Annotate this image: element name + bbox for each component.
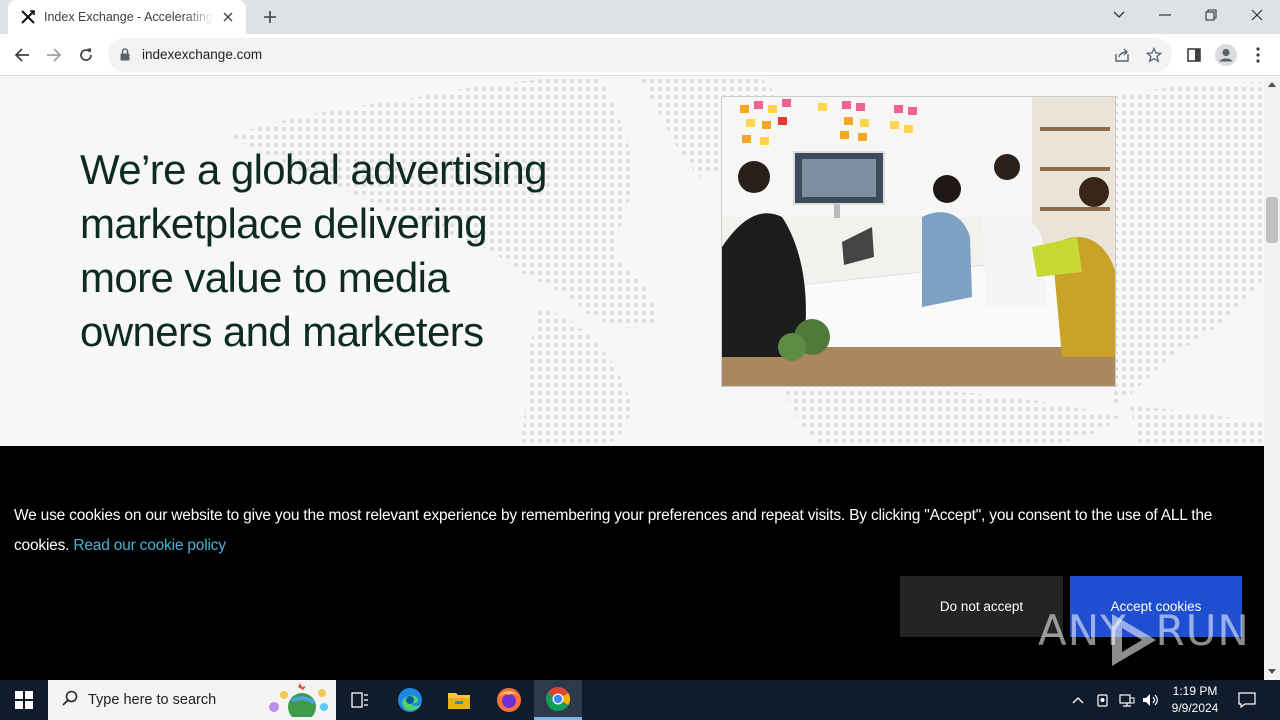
meet-now-icon[interactable] (1092, 680, 1114, 720)
index-exchange-favicon (20, 9, 36, 25)
scrollbar-thumb[interactable] (1266, 197, 1278, 243)
forward-icon[interactable] (40, 41, 68, 69)
side-panel-icon[interactable] (1180, 41, 1208, 69)
notification-icon[interactable] (1234, 680, 1260, 720)
file-explorer-icon[interactable] (435, 680, 483, 720)
url-text[interactable]: indexexchange.com (142, 47, 262, 62)
chevron-down-icon[interactable] (1096, 0, 1142, 30)
task-view-icon[interactable] (336, 680, 384, 720)
page-scrollbar[interactable] (1264, 77, 1280, 680)
close-icon[interactable] (220, 9, 236, 25)
kebab-menu-icon[interactable] (1244, 41, 1272, 69)
scroll-down-icon[interactable] (1268, 669, 1276, 674)
browser-tab[interactable]: Index Exchange - Accelerating th (8, 0, 246, 34)
cookie-policy-link[interactable]: Read our cookie policy (73, 537, 226, 554)
browser-toolbar: indexexchange.com (0, 34, 1280, 76)
office-meeting-photo (721, 96, 1116, 387)
clock-time: 1:19 PM (1172, 684, 1218, 698)
network-icon[interactable] (1116, 680, 1138, 720)
page-viewport: We’re a global advertising marketplace d… (0, 77, 1264, 680)
cookie-banner: We use cookies on our website to give yo… (0, 446, 1264, 680)
taskbar-search-box[interactable]: Type here to search (48, 680, 336, 720)
back-icon[interactable] (8, 41, 36, 69)
star-icon[interactable] (1145, 46, 1163, 64)
profile-icon[interactable] (1212, 41, 1240, 69)
lock-icon[interactable] (120, 48, 130, 66)
search-icon (62, 690, 78, 711)
cookie-message: We use cookies on our website to give yo… (14, 501, 1249, 561)
tab-strip: Index Exchange - Accelerating th (0, 0, 1280, 34)
tab-title: Index Exchange - Accelerating th (44, 10, 214, 24)
window-close-icon[interactable] (1234, 0, 1280, 30)
reload-icon[interactable] (72, 41, 100, 69)
plus-icon[interactable] (258, 6, 282, 28)
address-bar[interactable]: indexexchange.com (108, 38, 1172, 72)
firefox-icon[interactable] (485, 680, 533, 720)
windows-taskbar: Type here to search 1:19 PM 9/9/2024 (0, 680, 1280, 720)
edge-icon[interactable] (386, 680, 434, 720)
system-clock[interactable]: 1:19 PM 9/9/2024 (1164, 683, 1226, 717)
volume-icon[interactable] (1140, 680, 1162, 720)
share-icon[interactable] (1113, 46, 1131, 64)
restore-icon[interactable] (1188, 0, 1234, 30)
search-placeholder: Type here to search (88, 692, 217, 708)
clock-date: 9/9/2024 (1171, 701, 1219, 715)
minimize-icon[interactable] (1142, 0, 1188, 30)
play-logo-icon (1112, 614, 1156, 666)
chevron-up-icon[interactable] (1068, 680, 1088, 720)
anyrun-watermark: ANY RUN (1038, 606, 1250, 666)
search-highlight-illustration (269, 683, 328, 717)
hero-heading: We’re a global advertising marketplace d… (80, 146, 547, 355)
windows-icon[interactable] (0, 680, 48, 720)
scroll-up-icon[interactable] (1268, 82, 1276, 87)
chrome-icon[interactable] (534, 680, 582, 720)
